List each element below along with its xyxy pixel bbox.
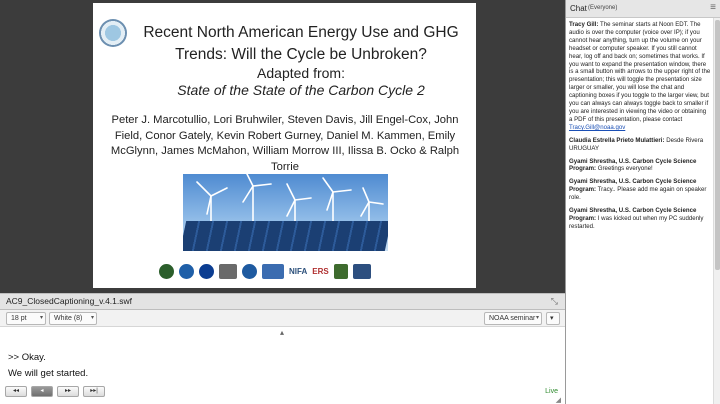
agency-logos: NIFA ERS [159,262,414,280]
forward-end-button[interactable]: ▸▸| [83,386,105,397]
captions-pod-title: AC9_ClosedCaptioning_v.4.1.swf [6,296,132,306]
message-text: The seminar starts at Noon EDT. The audi… [569,21,711,123]
resize-corner-icon[interactable]: ◢ [556,396,561,404]
caption-playback-controls: ◂◂ ◂ ▸▸ ▸▸| [5,386,105,397]
chat-messages: Tracy Gill: The seminar starts at Noon E… [566,18,714,404]
chat-title: Chat [570,4,587,13]
app-root: Recent North American Energy Use and GHG… [0,0,720,404]
chat-scrollbar[interactable] [713,18,720,404]
message-author: Tracy Gill: [569,21,599,28]
message-text: Greetings everyone! [596,165,653,173]
message-author: Claudia Estrella Prieto Mulattieri: [569,136,665,144]
font-size-value: 18 pt [11,315,27,322]
chevron-down-icon: ▾ [39,315,43,321]
chat-scope: (Everyone) [588,5,618,11]
source-value: NOAA seminar [489,315,536,322]
slide-title: Recent North American Energy Use and GHG… [143,24,459,63]
noaa-logo-icon [242,263,257,279]
chat-header: Chat (Everyone) ≡ [566,0,720,18]
forward-button[interactable]: ▸▸ [57,386,79,397]
nasa-logo-icon [199,263,214,279]
color-select[interactable]: White (8) ▾ [49,312,97,325]
slide-adapted-label: Adapted from: [257,65,345,81]
color-value: White (8) [54,315,83,322]
captions-toolbar: 18 pt ▾ White (8) ▾ NOAA seminar ▾ ▾ [0,310,565,327]
caption-line: We will get started. [8,368,89,379]
email-link[interactable]: Tracy.Gill@noaa.gov [569,124,625,131]
chevron-down-icon: ▾ [550,315,554,322]
nrcs-logo-icon [262,263,284,279]
slide: Recent North American Energy Use and GHG… [93,3,476,288]
settings-button[interactable]: ▾ [546,312,560,325]
ers-logo: ERS [312,266,329,276]
slide-authors: Peter J. Marcotullio, Lori Bruhwiler, St… [110,114,460,173]
wind-solar-photo [183,174,388,251]
forest-service-logo-icon [333,263,348,279]
chat-message: Gyami Shrestha, U.S. Carbon Cycle Scienc… [569,178,711,202]
rewind-start-button[interactable]: ◂◂ [5,386,27,397]
chat-pod: Chat (Everyone) ≡ Tracy Gill: The semina… [565,0,720,404]
epa-logo-icon [179,263,194,279]
usda-logo-icon [159,263,174,279]
chat-scrollbar-thumb[interactable] [715,20,720,270]
chevron-down-icon: ▾ [90,315,94,321]
nifa-logo: NIFA [289,266,308,276]
font-size-select[interactable]: 18 pt ▾ [6,312,46,325]
chat-message: Tracy Gill: The seminar starts at Noon E… [569,21,711,132]
captions-pod-titlebar: AC9_ClosedCaptioning_v.4.1.swf ⤡ [0,293,565,310]
chat-message: Gyami Shrestha, U.S. Carbon Cycle Scienc… [569,207,711,231]
chevron-down-icon: ▾ [535,315,539,321]
ccsp-logo-icon [99,19,127,47]
solar-panels-graphic [183,221,388,251]
live-status: Live [545,388,558,395]
presentation-pod: Recent North American Energy Use and GHG… [0,0,565,293]
back-button[interactable]: ◂ [31,386,53,397]
chat-message: Gyami Shrestha, U.S. Carbon Cycle Scienc… [569,158,711,174]
nist-logo-icon [219,263,237,279]
expand-icon[interactable]: ⤡ [551,296,558,307]
menu-icon[interactable]: ≡ [710,2,716,13]
source-select[interactable]: NOAA seminar ▾ [484,312,542,325]
usgs-logo-icon [352,263,371,279]
caption-line: >> Okay. [8,352,46,363]
chat-message: Claudia Estrella Prieto Mulattieri: Desd… [569,137,711,153]
slide-subtitle: State of the State of the Carbon Cycle 2 [177,82,425,98]
captions-pod: 18 pt ▾ White (8) ▾ NOAA seminar ▾ ▾ ▴ >> O… [0,310,565,404]
captions-text: >> Okay. We will get started. [8,350,88,382]
resize-grip-icon[interactable]: ▴ [280,328,284,337]
